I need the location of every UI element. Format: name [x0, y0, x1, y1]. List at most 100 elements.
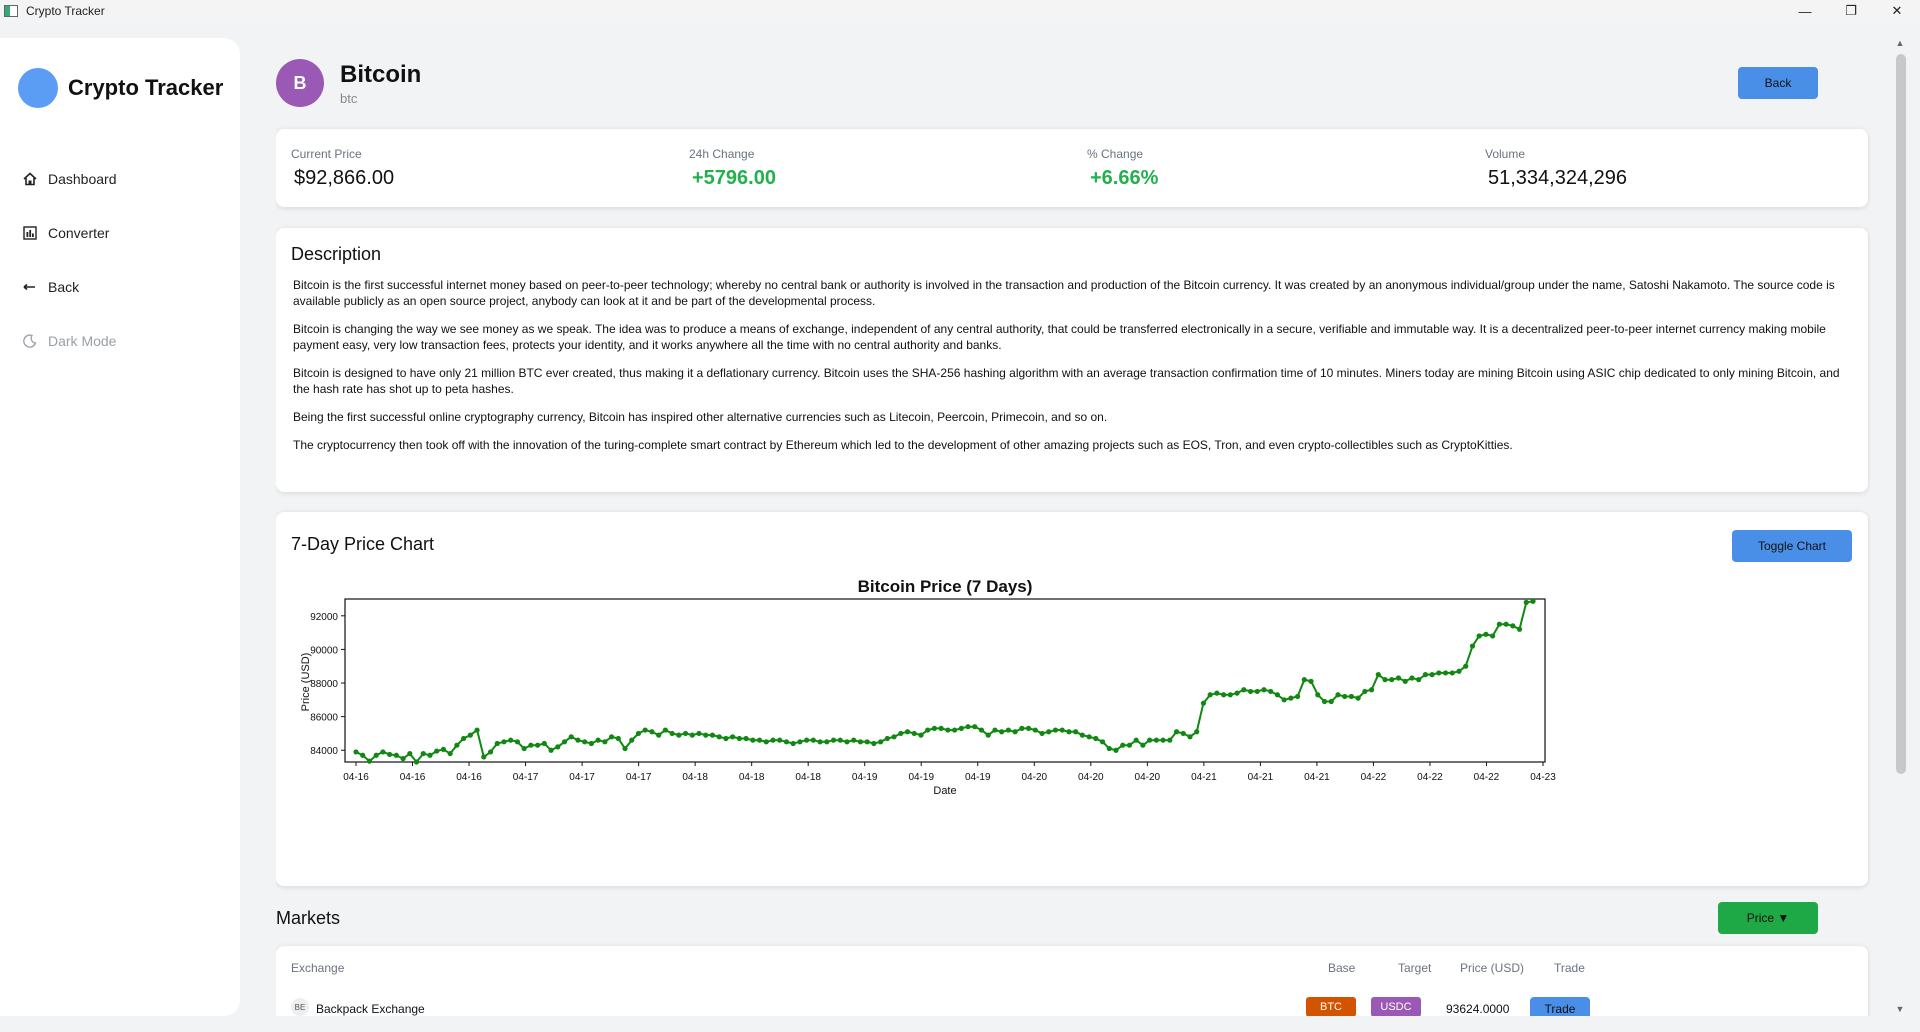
- price-data-point: [1173, 729, 1180, 735]
- price-data-point: [1194, 729, 1200, 735]
- stat-label: Volume: [1485, 147, 1526, 161]
- price-data-point: [1200, 700, 1207, 706]
- price-data-point: [978, 727, 985, 733]
- x-tick-label: 04-22: [1417, 772, 1443, 783]
- price-data-point: [662, 727, 668, 733]
- column-header-exchange[interactable]: Exchange: [291, 961, 344, 975]
- column-header-base[interactable]: Base: [1328, 961, 1355, 975]
- sidebar-item-back[interactable]: Back: [0, 260, 240, 314]
- price-data-point: [1308, 678, 1314, 684]
- price-data-point: [1301, 677, 1307, 683]
- trade-button[interactable]: Trade: [1530, 997, 1590, 1016]
- price-data-point: [1456, 668, 1462, 674]
- price-data-point: [555, 744, 561, 750]
- price-data-point: [629, 737, 635, 743]
- minimize-icon[interactable]: —: [1782, 0, 1828, 22]
- target-badge: USDC: [1371, 997, 1421, 1016]
- price-data-point: [830, 737, 837, 743]
- sidebar-item-label: Converter: [48, 225, 110, 241]
- price-data-point: [1147, 737, 1153, 743]
- price-data-point: [1086, 734, 1092, 740]
- column-header-trade[interactable]: Trade: [1554, 961, 1585, 975]
- price-data-point: [521, 745, 527, 752]
- coin-names: Bitcoin btc: [340, 61, 421, 106]
- scroll-thumb[interactable]: [1896, 54, 1906, 774]
- price-data-point: [366, 758, 373, 764]
- price-data-point: [1160, 737, 1166, 743]
- price-data-point: [1328, 698, 1334, 705]
- price-data-point: [1530, 598, 1536, 604]
- sidebar-item-label: Dark Mode: [48, 333, 117, 349]
- scroll-up-icon[interactable]: ▲: [1894, 38, 1906, 50]
- price-data-point: [716, 734, 722, 740]
- price-data-point: [1463, 663, 1469, 669]
- price-data-point: [1449, 670, 1455, 676]
- price-data-point: [669, 730, 675, 737]
- price-data-point: [1389, 677, 1395, 683]
- scroll-down-icon[interactable]: ▼: [1894, 1004, 1906, 1016]
- price-data-point: [387, 751, 393, 758]
- price-data-point: [1315, 692, 1321, 698]
- close-icon[interactable]: ✕: [1874, 0, 1920, 22]
- price-data-point: [790, 740, 796, 747]
- price-data-point: [1321, 698, 1328, 705]
- sidebar-item-converter[interactable]: Converter: [0, 206, 240, 260]
- price-data-point: [1005, 727, 1011, 733]
- price-data-point: [1416, 677, 1422, 683]
- price-data-point: [1476, 633, 1482, 639]
- price-data-point: [1059, 727, 1065, 733]
- sidebar-item-dashboard[interactable]: Dashboard: [0, 152, 240, 206]
- price-data-point: [561, 739, 568, 745]
- price-data-point: [481, 754, 487, 760]
- maximize-icon[interactable]: ❐: [1828, 0, 1874, 22]
- stat-label: % Change: [1087, 147, 1144, 161]
- price-data-point: [972, 724, 978, 730]
- column-header-price[interactable]: Price (USD): [1460, 961, 1524, 975]
- price-data-point: [528, 742, 534, 748]
- price-data-point: [1395, 675, 1402, 681]
- price-data-point: [420, 750, 426, 757]
- x-tick-label: 04-20: [1021, 772, 1047, 783]
- price-data-point: [904, 729, 911, 735]
- price-data-point: [1288, 695, 1294, 701]
- price-data-point: [999, 729, 1005, 735]
- price-sort-button[interactable]: Price ▼: [1718, 902, 1818, 934]
- moon-icon: [22, 333, 38, 349]
- price-data-point: [1025, 725, 1032, 731]
- description-title: Description: [291, 244, 382, 264]
- price-data-point: [1295, 693, 1301, 700]
- price-data-point: [1362, 688, 1368, 695]
- markets-title: Markets: [276, 908, 341, 928]
- toggle-chart-button[interactable]: Toggle Chart: [1732, 530, 1852, 562]
- price-data-point: [1133, 737, 1139, 743]
- price-data-point: [467, 732, 473, 738]
- chart-x-axis-label: Date: [933, 785, 956, 797]
- price-data-point: [1469, 643, 1476, 649]
- price-data-point: [541, 740, 547, 747]
- brand-logo: [18, 68, 58, 108]
- x-tick-label: 04-16: [343, 772, 369, 783]
- price-data-point: [1281, 697, 1287, 703]
- market-price: 93624.0000: [1446, 1002, 1510, 1016]
- price-data-point: [642, 727, 648, 733]
- price-data-point: [709, 732, 716, 738]
- stat-value: +6.66%: [1090, 167, 1159, 189]
- price-data-point: [1120, 742, 1126, 748]
- column-header-target[interactable]: Target: [1398, 961, 1431, 975]
- price-data-point: [474, 727, 480, 733]
- brand-name: Crypto Tracker: [68, 75, 224, 100]
- price-data-point: [1274, 692, 1281, 698]
- price-data-point: [393, 752, 399, 758]
- price-data-point: [1422, 672, 1428, 678]
- sidebar-item-dark-mode[interactable]: Dark Mode: [0, 314, 240, 368]
- price-data-point: [1012, 729, 1018, 735]
- price-data-point: [487, 749, 494, 755]
- price-data-point: [635, 730, 642, 737]
- price-data-point: [1093, 735, 1099, 742]
- page-scrollbar[interactable]: ▲ ▼: [1894, 38, 1906, 1016]
- x-tick-label: 04-23: [1530, 772, 1556, 783]
- back-button[interactable]: Back: [1738, 67, 1818, 99]
- price-data-point: [911, 730, 917, 737]
- price-data-point: [1207, 692, 1213, 698]
- price-data-point: [440, 746, 447, 752]
